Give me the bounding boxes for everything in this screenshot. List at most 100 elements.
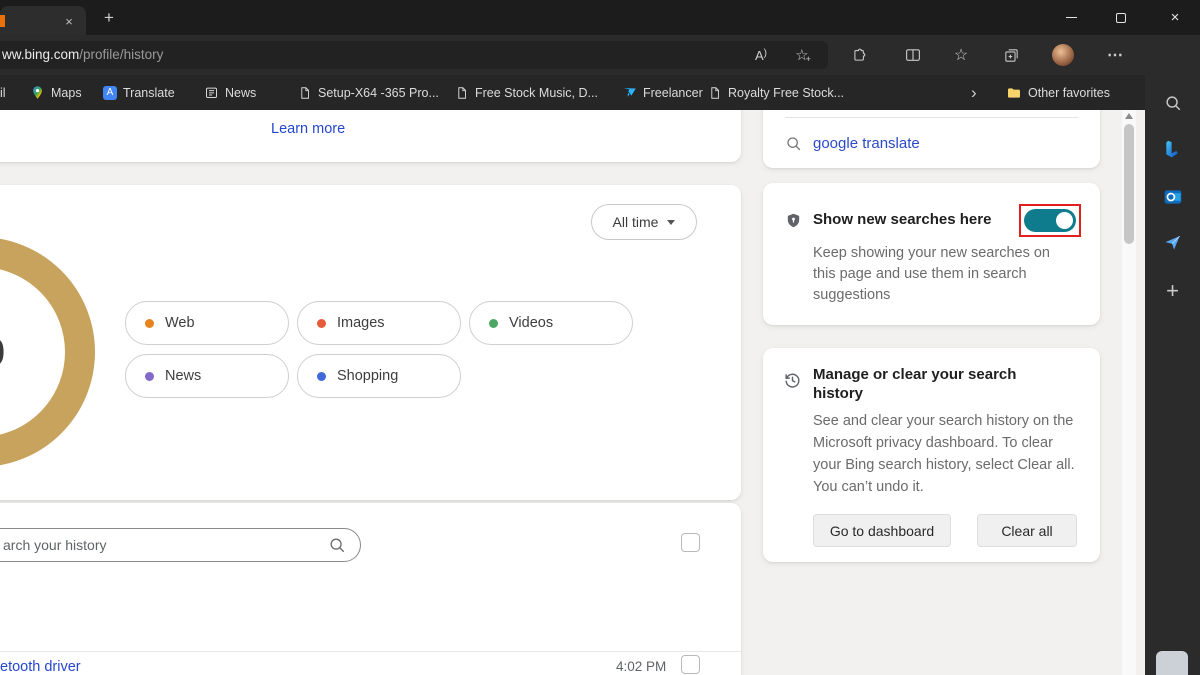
favorites-item-label: Setup-X64 -365 Pro... <box>318 85 439 100</box>
url-text: ww.bing.com/profile/history <box>2 41 163 69</box>
category-label: Web <box>165 315 195 331</box>
page-scrollbar[interactable] <box>1122 110 1136 675</box>
url-host: ww.bing.com <box>2 47 80 62</box>
history-search-input[interactable] <box>0 528 361 562</box>
freelancer-bird-icon <box>623 88 636 97</box>
bing-icon <box>1166 140 1178 158</box>
profile-avatar[interactable] <box>1052 44 1074 66</box>
category-label: Images <box>337 315 385 331</box>
file-icon <box>458 86 466 99</box>
go-to-dashboard-button[interactable]: Go to dashboard <box>813 514 951 547</box>
read-aloud-icon: A <box>754 47 764 63</box>
add-favorite-button[interactable]: ☆ + <box>790 43 816 67</box>
chevron-down-icon <box>667 219 676 225</box>
favorites-item-freestockmusic[interactable]: Free Stock Music, D... <box>455 75 598 110</box>
settings-menu-button[interactable]: ⋯ <box>1102 43 1128 67</box>
category-label: News <box>165 368 202 384</box>
category-pill-news[interactable]: News <box>125 354 289 398</box>
category-label: Shopping <box>337 368 399 384</box>
category-dot <box>317 318 326 328</box>
browser-window: × + × ww.bing.com/profile/history A) ☆ + … <box>0 0 1200 675</box>
maximize-button[interactable] <box>1098 0 1144 35</box>
category-dot <box>145 318 154 328</box>
toggle-knob <box>1056 212 1073 229</box>
clear-all-button[interactable]: Clear all <box>977 514 1077 547</box>
favorites-item-label: il <box>0 85 6 100</box>
sidebar-outlook-button[interactable] <box>1145 187 1200 207</box>
outlook-icon <box>1164 190 1181 204</box>
favorites-item-label: Royalty Free Stock... <box>728 85 845 100</box>
collections-icon <box>1004 48 1018 62</box>
category-label: Videos <box>509 315 554 331</box>
favorites-item-fragment[interactable]: il <box>0 75 6 110</box>
split-screen-icon <box>906 49 920 61</box>
category-dot <box>317 371 326 381</box>
favorites-item-label: Freelancer <box>643 85 703 100</box>
category-dot <box>145 371 154 381</box>
category-pill-web[interactable]: Web <box>125 301 289 345</box>
favorites-item-label: Free Stock Music, D... <box>475 85 598 100</box>
manage-history-title: Manage or clear your search history <box>813 366 1017 402</box>
address-bar: ww.bing.com/profile/history A) ☆+ ☆ ⋯ b <box>0 35 1200 75</box>
new-searches-title: Show new searches here <box>813 211 992 228</box>
sidebar-bing-button[interactable] <box>1145 139 1200 160</box>
favorites-item-maps[interactable]: Maps <box>30 75 82 110</box>
favorites-item-translate[interactable]: A Translate <box>103 75 175 110</box>
maps-pin-icon <box>33 86 42 99</box>
list-divider <box>0 651 741 652</box>
new-searches-card: Show new searches here Keep showing your… <box>763 183 1100 325</box>
favorites-item-freelancer[interactable]: Freelancer <box>622 75 703 110</box>
other-favorites-label: Other favorites <box>1028 85 1110 100</box>
maximize-icon <box>1116 12 1126 23</box>
favorites-item-news[interactable]: News <box>204 75 256 110</box>
favorites-button[interactable]: ☆ <box>948 43 974 67</box>
history-item-checkbox[interactable] <box>681 655 700 674</box>
favorites-star-icon: ☆ <box>953 47 969 64</box>
read-aloud-button[interactable]: A) <box>748 43 774 67</box>
sidebar-bottom-button[interactable] <box>1156 651 1188 675</box>
extensions-button[interactable] <box>846 43 872 67</box>
category-pill-images[interactable]: Images <box>297 301 461 345</box>
edge-sidebar: + <box>1145 35 1200 675</box>
folder-icon <box>1008 87 1020 98</box>
file-icon <box>711 86 719 99</box>
extensions-icon <box>853 48 865 61</box>
other-favorites-button[interactable]: Other favorites <box>1006 75 1110 110</box>
url-path: /profile/history <box>79 47 164 62</box>
recent-search-row[interactable]: google translate <box>785 135 920 152</box>
category-pill-videos[interactable]: Videos <box>469 301 633 345</box>
read-aloud-paren: ) <box>763 47 767 59</box>
page-content: Learn more All time 0 Web Images Videos … <box>0 110 1145 675</box>
learn-more-link[interactable]: Learn more <box>271 121 345 137</box>
close-button[interactable]: × <box>1150 0 1200 35</box>
sidebar-add-button[interactable]: + <box>1145 278 1200 304</box>
favorites-overflow-button[interactable]: › <box>971 75 977 110</box>
split-screen-button[interactable] <box>900 43 926 67</box>
favorites-item-setup[interactable]: Setup-X64 -365 Pro... <box>298 75 439 110</box>
news-icon <box>206 87 217 98</box>
time-filter-dropdown[interactable]: All time <box>591 204 697 240</box>
favorites-item-label: Translate <box>123 85 175 100</box>
new-tab-button[interactable]: + <box>98 7 120 29</box>
tab-close-icon[interactable]: × <box>60 12 78 30</box>
recent-searches-card: google translate <box>763 110 1100 168</box>
select-all-checkbox[interactable] <box>681 533 700 552</box>
browser-tab[interactable]: × <box>0 6 86 35</box>
donut-total-value: 0 <box>0 332 5 375</box>
intro-card <box>0 110 741 162</box>
sidebar-search-button[interactable] <box>1145 94 1200 112</box>
sidebar-drop-button[interactable] <box>1145 233 1200 252</box>
scroll-up-arrow[interactable] <box>1125 113 1133 119</box>
new-searches-toggle[interactable] <box>1024 209 1076 232</box>
scrollbar-thumb[interactable] <box>1124 124 1134 244</box>
favorites-item-royaltyfree[interactable]: Royalty Free Stock... <box>708 75 844 110</box>
manage-history-card: Manage or clear your search history See … <box>763 348 1100 562</box>
file-icon <box>301 86 309 99</box>
category-pill-shopping[interactable]: Shopping <box>297 354 461 398</box>
collections-button[interactable] <box>998 43 1024 67</box>
recent-search-text: google translate <box>813 135 920 152</box>
history-item-link[interactable]: etooth driver <box>0 659 81 675</box>
star-plus-badge: + <box>805 53 811 64</box>
favorites-item-label: News <box>225 85 257 100</box>
minimize-button[interactable] <box>1048 0 1094 35</box>
